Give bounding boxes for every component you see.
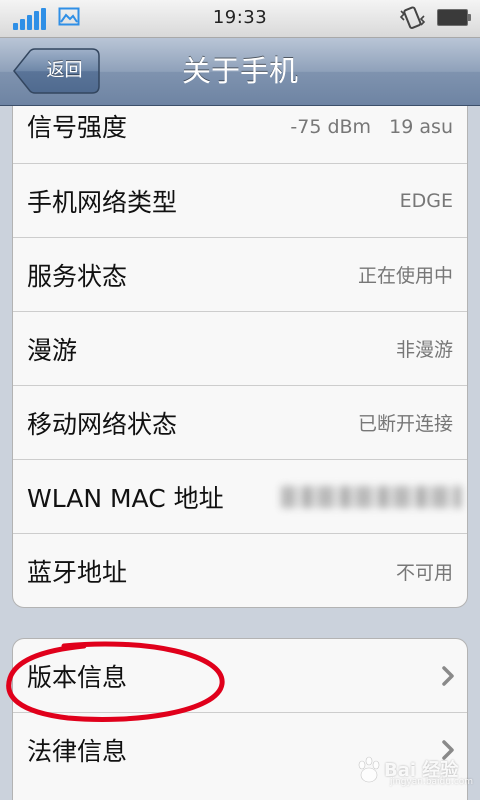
list-item-service-state[interactable]: 服务状态 正在使用中: [13, 238, 467, 312]
list-item-legal-info[interactable]: 法律信息: [13, 713, 467, 787]
row-label: 版本信息: [27, 662, 128, 692]
redacted-value: [281, 486, 461, 508]
list-item-network-type[interactable]: 手机网络类型 EDGE: [13, 164, 467, 238]
row-value: 不可用: [395, 561, 453, 584]
list-item-mobile-network-state[interactable]: 移动网络状态 已断开连接: [13, 386, 467, 460]
page-title: 关于手机: [181, 54, 298, 88]
row-value: 非漫游: [395, 339, 453, 361]
vibrate-icon: [398, 4, 428, 32]
chevron-right-icon: [441, 713, 455, 787]
list-item-version-info[interactable]: 版本信息: [13, 639, 467, 713]
row-value: -75 dBm 19 asu: [290, 116, 453, 138]
row-value: 正在使用中: [357, 265, 453, 287]
list-item-bluetooth-address[interactable]: 蓝牙地址 不可用: [13, 534, 467, 607]
row-value: EDGE: [399, 189, 453, 212]
list-item-roaming[interactable]: 漫游 非漫游: [13, 312, 467, 386]
phone-status-group: 信号强度 -75 dBm 19 asu 手机网络类型 EDGE 服务状态 正在使…: [12, 106, 468, 608]
chevron-right-icon: [441, 639, 455, 712]
list-item-wlan-mac[interactable]: WLAN MAC 地址: [13, 460, 467, 534]
row-label: 移动网络状态: [27, 409, 178, 439]
row-label: WLAN MAC 地址: [27, 483, 224, 513]
row-label: 信号强度: [27, 113, 128, 142]
row-label: 手机网络类型: [27, 187, 178, 217]
info-group: 版本信息 法律信息: [12, 638, 468, 800]
row-label: 蓝牙地址: [27, 558, 128, 587]
row-label: 法律信息: [27, 737, 128, 766]
row-label: 服务状态: [27, 261, 128, 291]
list-item-signal-strength[interactable]: 信号强度 -75 dBm 19 asu: [13, 106, 467, 164]
battery-icon: [437, 9, 471, 26]
row-value: 已断开连接: [357, 413, 453, 435]
row-label: 漫游: [27, 335, 78, 365]
navigation-bar: 返回 关于手机: [0, 38, 480, 106]
status-bar: 19:33: [0, 0, 480, 38]
